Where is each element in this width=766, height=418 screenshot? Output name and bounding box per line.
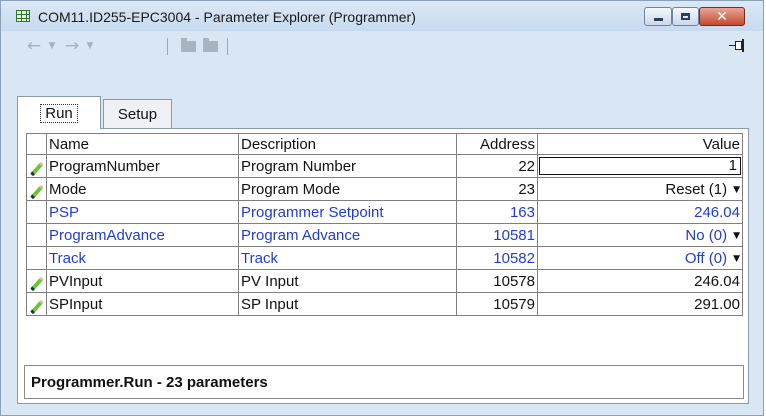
row-icon-cell [26, 223, 47, 247]
close-button[interactable]: ✕ [699, 7, 745, 26]
status-bar: Programmer.Run - 23 parameters [24, 365, 744, 399]
param-description: SP Input [238, 292, 457, 316]
param-value[interactable]: 291.00 [537, 292, 743, 316]
param-name: ProgramNumber [46, 154, 239, 178]
param-address: 163 [456, 200, 538, 224]
param-value-dropdown[interactable]: No (0) ▼ [537, 223, 743, 247]
table-row[interactable]: Track Track 10582 Off (0) ▼ [26, 246, 743, 270]
edit-pencil-icon [26, 154, 47, 178]
edit-pencil-icon [26, 269, 47, 293]
column-header-description[interactable]: Description [238, 133, 457, 155]
title-bar[interactable]: COM11.ID255-EPC3004 - Parameter Explorer… [1, 1, 763, 31]
table-row[interactable]: ProgramNumber Program Number 22 1 [26, 154, 743, 178]
param-name: PVInput [46, 269, 239, 293]
param-description: Programmer Setpoint [238, 200, 457, 224]
param-description: Program Advance [238, 223, 457, 247]
param-address: 10582 [456, 246, 538, 270]
table-icon [16, 10, 30, 22]
pencil-icon [29, 276, 44, 291]
toolbar-separator [227, 38, 228, 55]
table-header: Name Description Address Value [26, 133, 743, 155]
pencil-icon [29, 184, 44, 199]
tab-setup-label: Setup [117, 106, 158, 123]
column-header-name[interactable]: Name [46, 133, 239, 155]
maximize-button[interactable] [672, 7, 699, 26]
edit-pencil-icon [26, 177, 47, 201]
param-name: Track [46, 246, 239, 270]
back-dropdown-icon[interactable]: ▼ [45, 35, 59, 57]
edit-pencil-icon [26, 292, 47, 316]
param-value[interactable]: 246.04 [537, 269, 743, 293]
status-text: Programmer.Run - 23 parameters [31, 374, 268, 391]
param-address: 22 [456, 154, 538, 178]
param-value-dropdown[interactable]: Off (0) ▼ [537, 246, 743, 270]
folder-icon [202, 37, 218, 52]
pin-body [735, 41, 742, 50]
parameter-panel: Name Description Address Value ProgramNu… [17, 128, 749, 404]
param-address: 10578 [456, 269, 538, 293]
param-address: 10581 [456, 223, 538, 247]
forward-dropdown-icon[interactable]: ▼ [83, 35, 97, 57]
close-icon: ✕ [716, 8, 728, 25]
minimize-icon [653, 18, 663, 21]
tab-run-label: Run [40, 103, 78, 123]
table-row[interactable]: PSP Programmer Setpoint 163 246.04 [26, 200, 743, 224]
maximize-icon [681, 13, 690, 20]
back-arrow-icon[interactable]: ← [23, 35, 45, 57]
param-value: Off (0) [684, 249, 728, 267]
table-row[interactable]: SPInput SP Input 10579 291.00 [26, 292, 743, 316]
toolbar: ← ▼ → ▼ [1, 31, 763, 61]
tab-setup[interactable]: Setup [103, 99, 172, 129]
param-value: 246.04 [537, 200, 743, 224]
dropdown-arrow-icon[interactable]: ▼ [733, 231, 740, 241]
window-title: COM11.ID255-EPC3004 - Parameter Explorer… [38, 9, 416, 25]
pin-head [742, 39, 744, 52]
folder-open-icon[interactable] [199, 35, 221, 57]
param-value: Reset (1) [665, 180, 728, 198]
row-icon-cell [26, 200, 47, 224]
table-row[interactable]: Mode Program Mode 23 Reset (1) ▼ [26, 177, 743, 201]
param-description: Program Number [238, 154, 457, 178]
minimize-button[interactable] [644, 7, 672, 26]
dropdown-arrow-icon[interactable]: ▼ [733, 254, 740, 264]
column-header-value[interactable]: Value [537, 133, 743, 155]
param-description: Program Mode [238, 177, 457, 201]
param-name: PSP [46, 200, 239, 224]
pencil-icon [29, 299, 44, 314]
forward-arrow-icon[interactable]: → [61, 35, 83, 57]
param-name: Mode [46, 177, 239, 201]
tab-run[interactable]: Run [17, 96, 101, 129]
row-icon-cell [26, 246, 47, 270]
param-value-input[interactable]: 1 [539, 157, 741, 175]
folder-up-icon[interactable] [177, 35, 199, 57]
param-address: 23 [456, 177, 538, 201]
table-row[interactable]: PVInput PV Input 10578 246.04 [26, 269, 743, 293]
column-header-address[interactable]: Address [456, 133, 538, 155]
param-address: 10579 [456, 292, 538, 316]
param-value-dropdown[interactable]: Reset (1) ▼ [537, 177, 743, 201]
pin-icon[interactable] [729, 39, 749, 53]
param-value: No (0) [685, 226, 728, 244]
header-icon-column [26, 133, 47, 155]
param-description: Track [238, 246, 457, 270]
dropdown-arrow-icon[interactable]: ▼ [733, 185, 740, 195]
table-row[interactable]: ProgramAdvance Program Advance 10581 No … [26, 223, 743, 247]
pencil-icon [29, 161, 44, 176]
param-name: SPInput [46, 292, 239, 316]
folder-icon [180, 37, 196, 52]
param-description: PV Input [238, 269, 457, 293]
param-value-cell[interactable]: 1 [537, 154, 743, 178]
parameter-table: Name Description Address Value ProgramNu… [26, 133, 743, 316]
param-name: ProgramAdvance [46, 223, 239, 247]
toolbar-separator [167, 38, 168, 55]
